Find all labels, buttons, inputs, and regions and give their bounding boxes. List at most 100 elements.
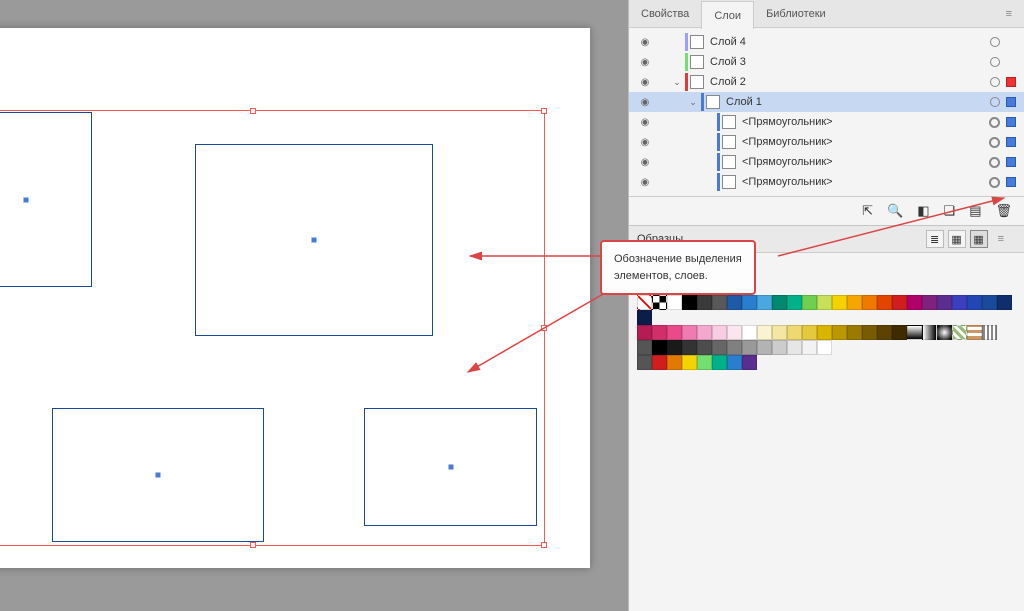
layer-row[interactable]: ◉Слой 3 — [629, 52, 1024, 72]
swatch[interactable] — [697, 355, 712, 370]
layer-row[interactable]: ◉ ⌄ Слой 1 — [629, 92, 1024, 112]
swatch[interactable] — [787, 340, 802, 355]
swatch[interactable] — [637, 325, 652, 340]
swatch[interactable] — [727, 325, 742, 340]
layer-name[interactable]: Слой 4 — [710, 36, 986, 48]
visibility-icon[interactable]: ◉ — [637, 137, 653, 148]
swatch[interactable] — [907, 295, 922, 310]
selection-indicator[interactable] — [1006, 117, 1016, 127]
layer-name[interactable]: Слой 3 — [710, 56, 986, 68]
swatch[interactable] — [682, 355, 697, 370]
selection-indicator[interactable] — [1006, 37, 1016, 47]
swatch[interactable] — [652, 355, 667, 370]
swatch[interactable] — [802, 295, 817, 310]
swatch[interactable] — [847, 325, 862, 340]
layer-name[interactable]: Слой 2 — [710, 76, 986, 88]
target-icon[interactable] — [990, 57, 1000, 67]
swatch[interactable] — [862, 295, 877, 310]
tab-properties[interactable]: Свойства — [629, 0, 701, 28]
swatch[interactable] — [682, 295, 697, 310]
swatch[interactable] — [922, 325, 937, 340]
target-icon[interactable] — [989, 137, 1000, 148]
swatch[interactable] — [652, 325, 667, 340]
swatch[interactable] — [877, 325, 892, 340]
swatch[interactable] — [742, 325, 757, 340]
swatch[interactable] — [997, 295, 1012, 310]
swatch[interactable] — [802, 340, 817, 355]
swatch[interactable] — [787, 295, 802, 310]
swatch[interactable] — [682, 340, 697, 355]
swatch[interactable] — [877, 295, 892, 310]
disclosure-toggle[interactable]: ⌄ — [671, 77, 683, 88]
swatch[interactable] — [652, 340, 667, 355]
swatch[interactable] — [697, 325, 712, 340]
swatch[interactable] — [712, 295, 727, 310]
target-icon[interactable] — [989, 177, 1000, 188]
swatch[interactable] — [817, 340, 832, 355]
swatch[interactable] — [892, 325, 907, 340]
visibility-icon[interactable]: ◉ — [637, 157, 653, 168]
panel-menu-icon[interactable]: ≡ — [996, 8, 1024, 20]
swatch[interactable] — [667, 340, 682, 355]
disclosure-toggle[interactable]: ⌄ — [687, 97, 699, 108]
visibility-icon[interactable]: ◉ — [637, 97, 653, 108]
swatch-group-icon[interactable] — [637, 355, 652, 370]
swatch[interactable] — [922, 295, 937, 310]
swatch[interactable] — [667, 355, 682, 370]
swatch-grid-view-icon[interactable]: ▦ — [970, 230, 988, 248]
swatch[interactable] — [712, 355, 727, 370]
layer-name[interactable]: <Прямоугольник> — [742, 136, 985, 148]
selection-indicator[interactable] — [1006, 157, 1016, 167]
swatch[interactable] — [742, 355, 757, 370]
swatch[interactable] — [787, 325, 802, 340]
swatch[interactable] — [847, 295, 862, 310]
swatch-small-view-icon[interactable]: ▦ — [948, 230, 966, 248]
layer-name[interactable]: Слой 1 — [726, 96, 986, 108]
swatch[interactable] — [862, 325, 877, 340]
swatch[interactable] — [727, 340, 742, 355]
swatch[interactable] — [712, 325, 727, 340]
layer-row[interactable]: ◉ <Прямоугольник> — [629, 132, 1024, 152]
swatch[interactable] — [727, 355, 742, 370]
layer-row[interactable]: ◉ <Прямоугольник> — [629, 172, 1024, 192]
clipping-mask-icon[interactable]: ◧ — [917, 203, 929, 219]
swatch-group-icon[interactable] — [637, 340, 652, 355]
swatch[interactable] — [982, 295, 997, 310]
delete-layer-icon[interactable]: 🗑 — [995, 203, 1012, 219]
new-sublayer-icon[interactable]: ❏ — [944, 203, 956, 219]
selection-indicator[interactable] — [1006, 97, 1016, 107]
layer-row[interactable]: ◉ ⌄ Слой 2 — [629, 72, 1024, 92]
layer-name[interactable]: <Прямоугольник> — [742, 176, 985, 188]
swatch-list-view-icon[interactable]: ≣ — [926, 230, 944, 248]
swatch[interactable] — [772, 295, 787, 310]
tab-layers[interactable]: Слои — [701, 1, 754, 29]
swatch[interactable] — [982, 325, 997, 340]
search-icon[interactable]: 🔍 — [887, 203, 903, 219]
swatch[interactable] — [727, 295, 742, 310]
visibility-icon[interactable]: ◉ — [637, 177, 653, 188]
swatch[interactable] — [637, 310, 652, 325]
layer-row[interactable]: ◉<Прямоугольник> — [629, 152, 1024, 172]
swatch[interactable] — [712, 340, 727, 355]
swatches-menu-icon[interactable]: ≡ — [988, 233, 1016, 245]
swatch[interactable] — [892, 295, 907, 310]
swatch[interactable] — [742, 295, 757, 310]
selection-bounding-box[interactable] — [0, 110, 545, 546]
swatch[interactable] — [817, 325, 832, 340]
swatch[interactable] — [832, 295, 847, 310]
canvas-area[interactable] — [0, 0, 628, 611]
swatch[interactable] — [952, 325, 967, 340]
selection-indicator[interactable] — [1006, 57, 1016, 67]
visibility-icon[interactable]: ◉ — [637, 117, 653, 128]
visibility-icon[interactable]: ◉ — [637, 37, 653, 48]
visibility-icon[interactable]: ◉ — [637, 77, 653, 88]
layer-row[interactable]: ◉ Слой 4 — [629, 32, 1024, 52]
swatch[interactable] — [757, 325, 772, 340]
swatch[interactable] — [832, 325, 847, 340]
artboard[interactable] — [0, 28, 590, 568]
swatch[interactable] — [637, 295, 652, 310]
swatch[interactable] — [772, 340, 787, 355]
swatch[interactable] — [952, 295, 967, 310]
target-icon[interactable] — [990, 37, 1000, 47]
swatch[interactable] — [907, 325, 922, 340]
